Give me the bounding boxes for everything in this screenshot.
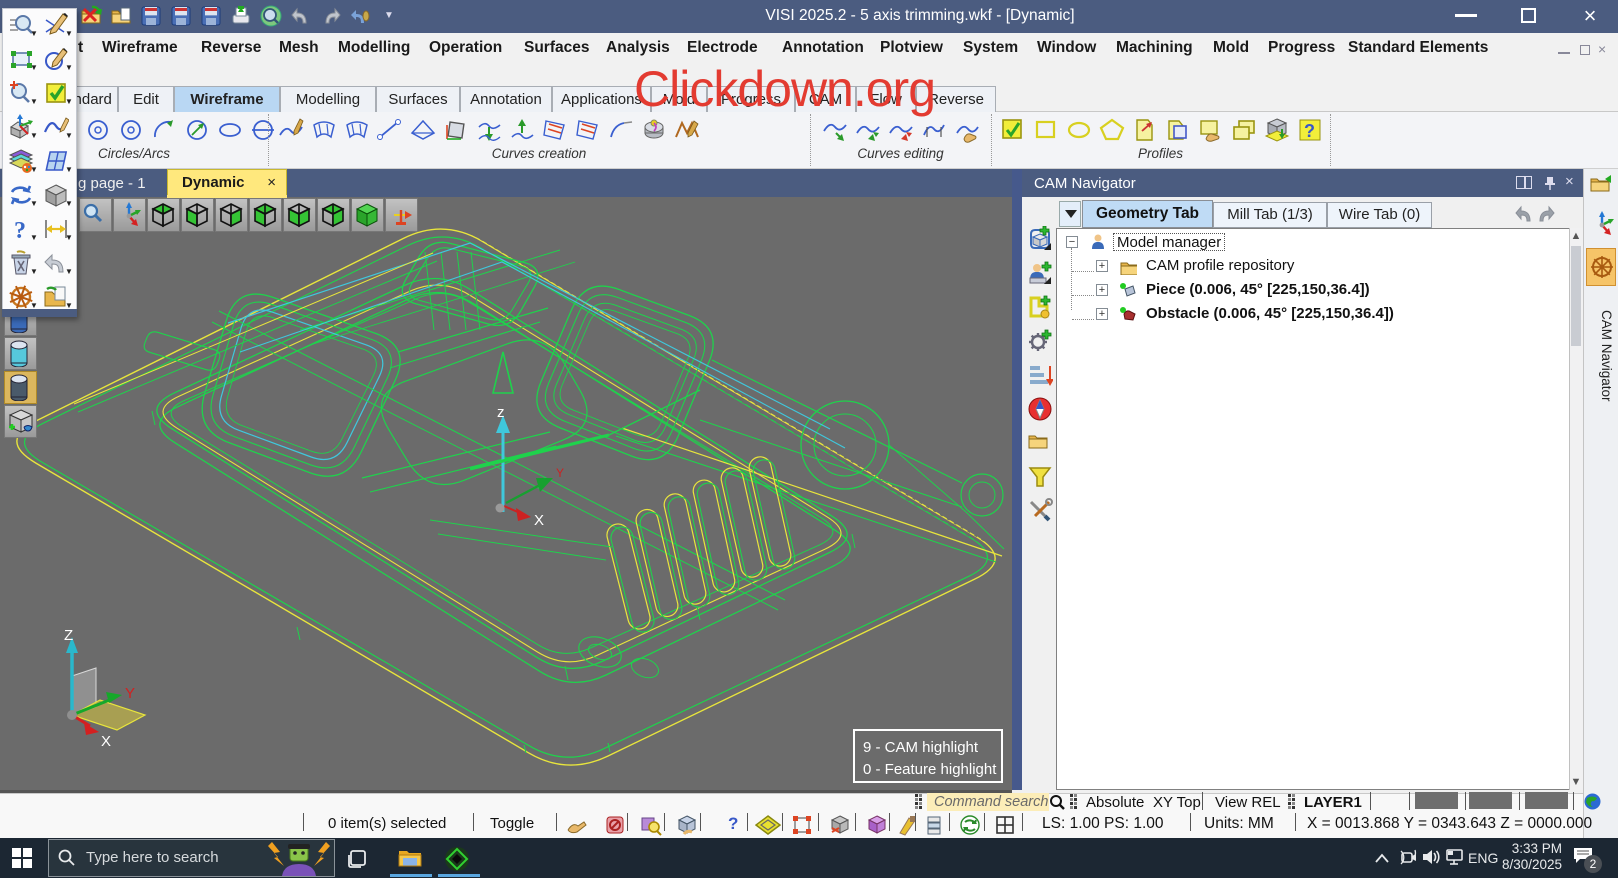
svg-text:Z: Z [64,627,73,644]
svg-text:X: X [534,512,544,529]
svg-text:?: ? [14,218,26,242]
svg-text:z: z [497,404,505,421]
svg-text:Y: Y [556,466,564,480]
svg-text:X: X [101,733,111,750]
svg-text:?: ? [1304,121,1315,141]
svg-text:Y: Y [125,685,135,702]
